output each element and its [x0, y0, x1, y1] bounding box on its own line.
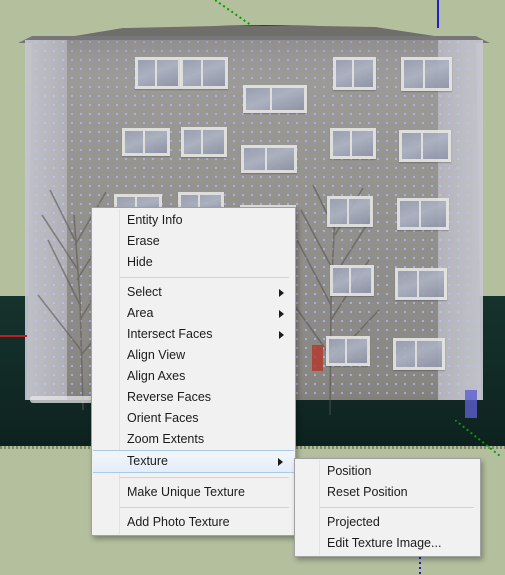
menu-item-zoom-extents[interactable]: Zoom Extents	[92, 429, 295, 450]
menu-item-label: Align Axes	[127, 369, 186, 383]
red-object	[312, 345, 323, 371]
window	[401, 57, 452, 91]
sketchup-viewport[interactable]: Entity Info Erase Hide Select Area Inter…	[0, 0, 505, 575]
menu-item-entity-info[interactable]: Entity Info	[92, 210, 295, 231]
menu-item-erase[interactable]: Erase	[92, 231, 295, 252]
menu-item-label: Reset Position	[327, 485, 408, 499]
menu-item-label: Zoom Extents	[127, 432, 205, 446]
texture-submenu[interactable]: Position Reset Position Projected Edit T…	[294, 458, 481, 557]
blue-axis-top	[437, 0, 439, 28]
menu-separator	[120, 277, 289, 278]
window	[122, 128, 170, 156]
menu-item-align-view[interactable]: Align View	[92, 345, 295, 366]
chevron-right-icon	[278, 457, 283, 466]
chevron-right-icon	[279, 288, 284, 297]
menu-item-label: Intersect Faces	[127, 327, 213, 341]
menu-item-label: Texture	[127, 454, 168, 468]
window	[243, 85, 307, 113]
menu-item-label: Add Photo Texture	[127, 515, 230, 529]
window	[330, 128, 376, 159]
face-context-menu[interactable]: Entity Info Erase Hide Select Area Inter…	[91, 207, 296, 536]
menu-item-make-unique-texture[interactable]: Make Unique Texture	[92, 482, 295, 503]
menu-item-align-axes[interactable]: Align Axes	[92, 366, 295, 387]
menu-item-label: Entity Info	[127, 213, 183, 227]
window	[399, 130, 451, 162]
menu-item-reverse-faces[interactable]: Reverse Faces	[92, 387, 295, 408]
menu-item-label: Projected	[327, 515, 380, 529]
window	[180, 57, 228, 89]
menu-separator	[120, 477, 289, 478]
window	[393, 338, 445, 370]
submenu-item-projected[interactable]: Projected	[295, 512, 480, 533]
menu-separator	[120, 507, 289, 508]
menu-item-label: Reverse Faces	[127, 390, 212, 404]
menu-item-hide[interactable]: Hide	[92, 252, 295, 273]
chevron-right-icon	[279, 309, 284, 318]
green-axis-bottom	[455, 420, 500, 456]
menu-item-intersect-faces[interactable]: Intersect Faces	[92, 324, 295, 345]
menu-item-add-photo-texture[interactable]: Add Photo Texture	[92, 512, 295, 533]
window	[333, 57, 376, 90]
blue-panel	[465, 390, 477, 418]
menu-item-label: Area	[127, 306, 154, 320]
submenu-item-position[interactable]: Position	[295, 461, 480, 482]
window	[181, 127, 227, 157]
menu-item-label: Make Unique Texture	[127, 485, 245, 499]
submenu-item-edit-texture-image[interactable]: Edit Texture Image...	[295, 533, 480, 554]
menu-item-orient-faces[interactable]: Orient Faces	[92, 408, 295, 429]
window	[135, 57, 181, 89]
menu-item-label: Select	[127, 285, 162, 299]
red-axis	[0, 335, 27, 337]
window	[326, 336, 370, 366]
menu-item-label: Align View	[127, 348, 186, 362]
green-axis-top	[215, 0, 255, 28]
menu-item-texture[interactable]: Texture	[93, 450, 294, 473]
menu-item-label: Edit Texture Image...	[327, 536, 442, 550]
menu-item-select[interactable]: Select	[92, 282, 295, 303]
menu-item-area[interactable]: Area	[92, 303, 295, 324]
menu-item-label: Erase	[127, 234, 160, 248]
chevron-right-icon	[279, 330, 284, 339]
window	[330, 265, 374, 296]
submenu-separator	[320, 507, 474, 508]
menu-item-label: Hide	[127, 255, 153, 269]
menu-item-label: Orient Faces	[127, 411, 199, 425]
window	[397, 198, 449, 230]
window	[395, 268, 447, 300]
window	[327, 196, 373, 227]
window	[241, 145, 297, 173]
submenu-item-reset-position[interactable]: Reset Position	[295, 482, 480, 503]
menu-item-label: Position	[327, 464, 372, 478]
